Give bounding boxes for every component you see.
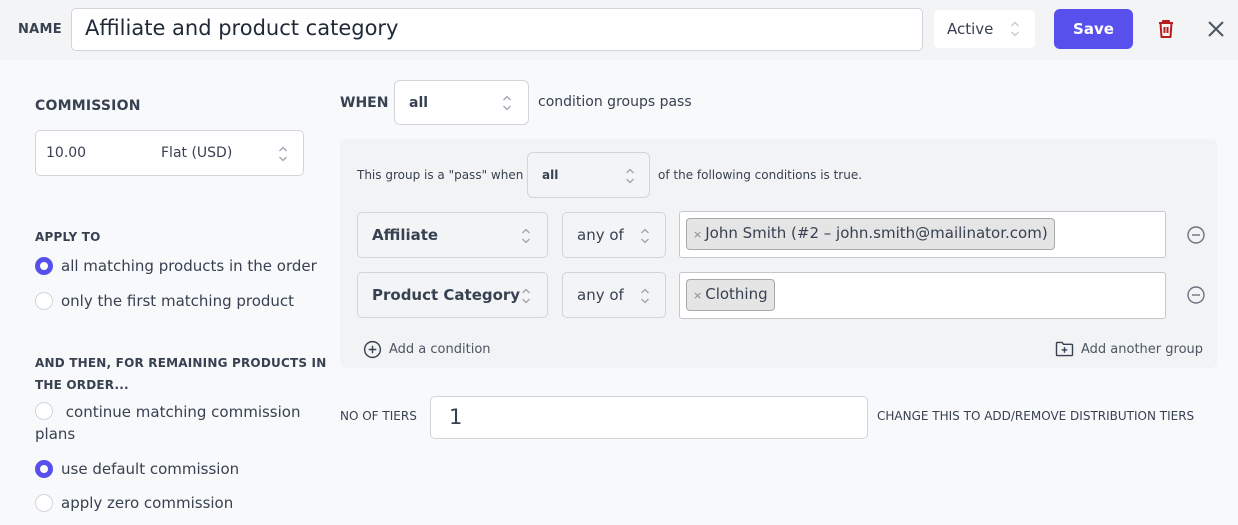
condition-operator-select[interactable]: any of (562, 272, 666, 318)
commission-type-select[interactable]: Flat (USD) (161, 145, 232, 161)
condition-field-select[interactable]: Product Category (357, 272, 548, 318)
remaining-label-line2: THE ORDER... (35, 378, 129, 392)
option-label: all matching products in the order (61, 257, 317, 275)
plus-circle-icon (363, 340, 382, 359)
add-condition-label: Add a condition (389, 342, 491, 357)
chevron-updown-icon (626, 168, 634, 184)
chevron-updown-icon (641, 228, 649, 244)
group-match-value: all (542, 168, 559, 182)
tiers-help-text: CHANGE THIS TO ADD/REMOVE DISTRIBUTION T… (877, 409, 1195, 423)
folder-plus-icon (1055, 341, 1074, 357)
chevron-updown-icon (1011, 21, 1019, 37)
condition-field-select[interactable]: Affiliate (357, 212, 548, 258)
status-value: Active (947, 20, 994, 38)
value-tag: × John Smith (#2 – john.smith@mailinator… (686, 218, 1055, 250)
add-condition-button[interactable]: Add a condition (363, 340, 491, 359)
add-group-button[interactable]: Add another group (1055, 341, 1203, 357)
option-label: apply zero commission (61, 494, 234, 512)
remaining-label: AND THEN, FOR REMAINING PRODUCTS IN THE … (35, 352, 326, 396)
remaining-label-line1: AND THEN, FOR REMAINING PRODUCTS IN (35, 356, 327, 370)
condition-field-value: Affiliate (372, 226, 439, 244)
chevron-updown-icon (522, 228, 530, 244)
radio-icon[interactable] (35, 494, 53, 512)
remove-condition-icon[interactable] (1186, 225, 1206, 245)
add-group-label: Add another group (1081, 341, 1204, 357)
when-select[interactable]: all (394, 80, 529, 125)
radio-icon[interactable] (35, 292, 53, 310)
tag-label: Clothing (705, 285, 768, 303)
close-icon[interactable] (1206, 19, 1226, 39)
when-suffix: condition groups pass (538, 94, 692, 110)
group-match-select[interactable]: all (527, 152, 650, 198)
apply-to-option-first[interactable]: only the first matching product (35, 292, 294, 310)
apply-to-option-all[interactable]: all matching products in the order (35, 257, 317, 275)
remaining-option-default[interactable]: use default commission (35, 460, 239, 478)
chevron-updown-icon (522, 288, 530, 304)
tag-label: John Smith (#2 – john.smith@mailinator.c… (705, 224, 1048, 242)
apply-to-label: APPLY TO (35, 230, 101, 244)
when-label: WHEN (340, 95, 389, 111)
commission-amount-input[interactable]: 10.00 (46, 145, 86, 161)
condition-values-input[interactable]: × Clothing (679, 272, 1166, 319)
tiers-label: NO OF TIERS (340, 409, 417, 423)
radio-icon[interactable] (35, 402, 53, 420)
radio-selected-icon[interactable] (35, 257, 53, 275)
commission-label: COMMISSION (35, 98, 141, 114)
remove-condition-icon[interactable] (1186, 285, 1206, 305)
chevron-updown-icon (503, 95, 511, 111)
trash-icon[interactable] (1155, 18, 1177, 40)
tiers-input[interactable]: 1 (430, 396, 868, 439)
radio-selected-icon[interactable] (35, 460, 53, 478)
condition-operator-select[interactable]: any of (562, 212, 666, 258)
option-label: continue matching commission plans (35, 403, 301, 443)
value-tag: × Clothing (686, 279, 775, 311)
remaining-option-continue[interactable]: continue matching commission plans (35, 401, 305, 445)
condition-values-input[interactable]: × John Smith (#2 – john.smith@mailinator… (679, 211, 1166, 258)
remove-tag-icon[interactable]: × (693, 228, 702, 241)
option-label: only the first matching product (61, 292, 295, 310)
chevron-updown-icon (641, 288, 649, 304)
condition-operator-value: any of (577, 226, 624, 244)
condition-field-value: Product Category (372, 286, 521, 304)
plan-name-input[interactable]: Affiliate and product category (71, 8, 923, 51)
option-label: use default commission (61, 460, 240, 478)
remove-tag-icon[interactable]: × (693, 289, 702, 302)
group-prefix: This group is a "pass" when (357, 168, 524, 182)
when-value: all (409, 94, 429, 111)
save-button[interactable]: Save (1054, 9, 1133, 49)
group-suffix: of the following conditions is true. (658, 168, 863, 182)
name-label: NAME (18, 22, 62, 37)
status-select[interactable]: Active (934, 10, 1035, 48)
condition-operator-value: any of (577, 286, 624, 304)
header-bar: NAME Affiliate and product category Acti… (0, 0, 1238, 60)
remaining-option-zero[interactable]: apply zero commission (35, 494, 233, 512)
chevron-updown-icon (279, 146, 287, 162)
commission-field: 10.00 Flat (USD) (35, 130, 304, 176)
